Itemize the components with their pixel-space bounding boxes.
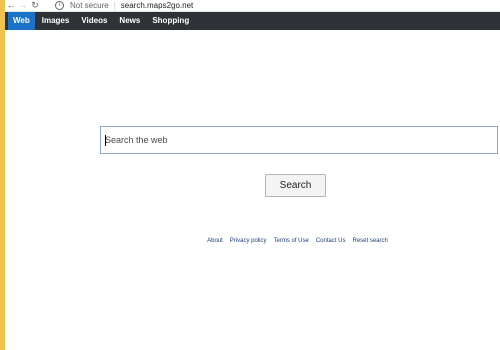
arrow-right-icon[interactable]: → bbox=[17, 1, 29, 10]
footer-link-terms[interactable]: Terms of Use bbox=[273, 238, 308, 244]
footer-link-about[interactable]: About bbox=[207, 238, 223, 244]
url-separator: | bbox=[113, 1, 116, 10]
nav-tab-videos[interactable]: Videos bbox=[76, 12, 112, 30]
nav-tab-images[interactable]: Images bbox=[37, 12, 75, 30]
nav-tab-shopping[interactable]: Shopping bbox=[147, 12, 194, 30]
arrow-left-icon[interactable]: ← bbox=[5, 1, 17, 10]
search-box bbox=[100, 126, 498, 154]
footer-links: About Privacy policy Terms of Use Contac… bbox=[0, 238, 500, 244]
url-text[interactable]: search.maps2go.net bbox=[121, 1, 194, 10]
reload-icon[interactable]: ↻ bbox=[29, 1, 41, 10]
nav-tab-web[interactable]: Web bbox=[8, 12, 35, 30]
window-edge-stripe bbox=[0, 0, 5, 350]
nav-tab-news[interactable]: News bbox=[114, 12, 145, 30]
info-icon[interactable]: i bbox=[55, 1, 64, 10]
footer-link-reset[interactable]: Reset search bbox=[353, 238, 388, 244]
search-button[interactable]: Search bbox=[265, 174, 326, 197]
search-input[interactable] bbox=[101, 127, 497, 153]
browser-address-bar: ← → ↻ i Not secure | search.maps2go.net bbox=[5, 0, 500, 12]
security-status[interactable]: Not secure bbox=[70, 1, 109, 10]
search-category-nav: Web Images Videos News Shopping bbox=[5, 12, 500, 30]
footer-link-contact[interactable]: Contact Us bbox=[316, 238, 346, 244]
text-caret bbox=[105, 135, 106, 146]
footer-link-privacy[interactable]: Privacy policy bbox=[230, 238, 267, 244]
